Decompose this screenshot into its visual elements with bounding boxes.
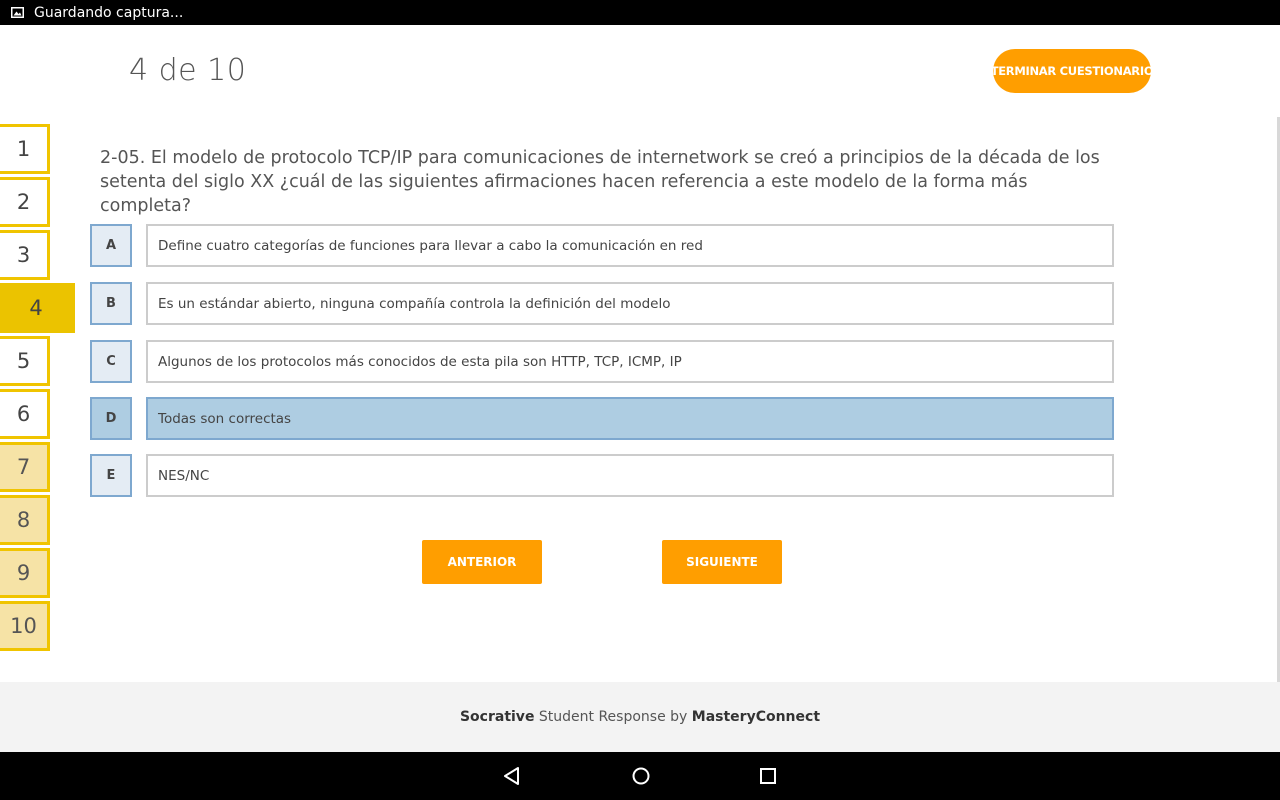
- question-nav-item-8[interactable]: 8: [0, 495, 50, 545]
- home-icon[interactable]: [631, 766, 651, 786]
- status-bar: Guardando captura...: [0, 0, 1280, 25]
- question-progress: 4 de 10: [129, 53, 247, 88]
- answer-option-e[interactable]: E NES/NC: [90, 454, 1114, 497]
- question-nav-item-1[interactable]: 1: [0, 124, 50, 174]
- answer-letter[interactable]: B: [90, 282, 132, 325]
- answer-option-c[interactable]: C Algunos de los protocolos más conocido…: [90, 340, 1114, 383]
- footer-middle-text: Student Response by: [534, 709, 692, 725]
- answer-option-a[interactable]: A Define cuatro categorías de funciones …: [90, 224, 1114, 267]
- answer-text[interactable]: NES/NC: [146, 454, 1114, 497]
- answer-letter[interactable]: E: [90, 454, 132, 497]
- system-navigation-bar: [0, 752, 1280, 800]
- finish-quiz-button[interactable]: TERMINAR CUESTIONARIO: [991, 49, 1154, 93]
- question-nav-item-5[interactable]: 5: [0, 336, 50, 386]
- answer-letter[interactable]: D: [90, 397, 132, 440]
- status-notification-text: Guardando captura...: [34, 4, 184, 21]
- question-nav-item-6[interactable]: 6: [0, 389, 50, 439]
- answer-letter[interactable]: C: [90, 340, 132, 383]
- answer-text[interactable]: Todas son correctas: [146, 397, 1114, 440]
- question-nav-item-9[interactable]: 9: [0, 548, 50, 598]
- footer-company: MasteryConnect: [691, 709, 821, 725]
- image-icon: [11, 7, 24, 18]
- question-nav-item-3[interactable]: 3: [0, 230, 50, 280]
- answer-option-b[interactable]: B Es un estándar abierto, ninguna compañ…: [90, 282, 1114, 325]
- answer-option-d[interactable]: D Todas son correctas: [90, 397, 1114, 440]
- question-nav-item-4[interactable]: 4: [0, 283, 75, 333]
- footer: Socrative Student Response by MasteryCon…: [0, 682, 1280, 752]
- previous-button[interactable]: ANTERIOR: [422, 540, 542, 584]
- recents-icon[interactable]: [758, 766, 778, 786]
- question-text: 2-05. El modelo de protocolo TCP/IP para…: [100, 148, 1100, 216]
- answer-text[interactable]: Es un estándar abierto, ninguna compañía…: [146, 282, 1114, 325]
- question-nav-item-10[interactable]: 10: [0, 601, 50, 651]
- back-icon[interactable]: [502, 766, 522, 786]
- answer-text[interactable]: Algunos de los protocolos más conocidos …: [146, 340, 1114, 383]
- question-nav-item-2[interactable]: 2: [0, 177, 50, 227]
- answer-text[interactable]: Define cuatro categorías de funciones pa…: [146, 224, 1114, 267]
- quiz-app: 4 de 10 TERMINAR CUESTIONARIO 1 2 3 4 5 …: [0, 25, 1280, 752]
- answer-letter[interactable]: A: [90, 224, 132, 267]
- next-button[interactable]: SIGUIENTE: [662, 540, 782, 584]
- footer-brand: Socrative: [459, 709, 535, 725]
- question-nav-item-7[interactable]: 7: [0, 442, 50, 492]
